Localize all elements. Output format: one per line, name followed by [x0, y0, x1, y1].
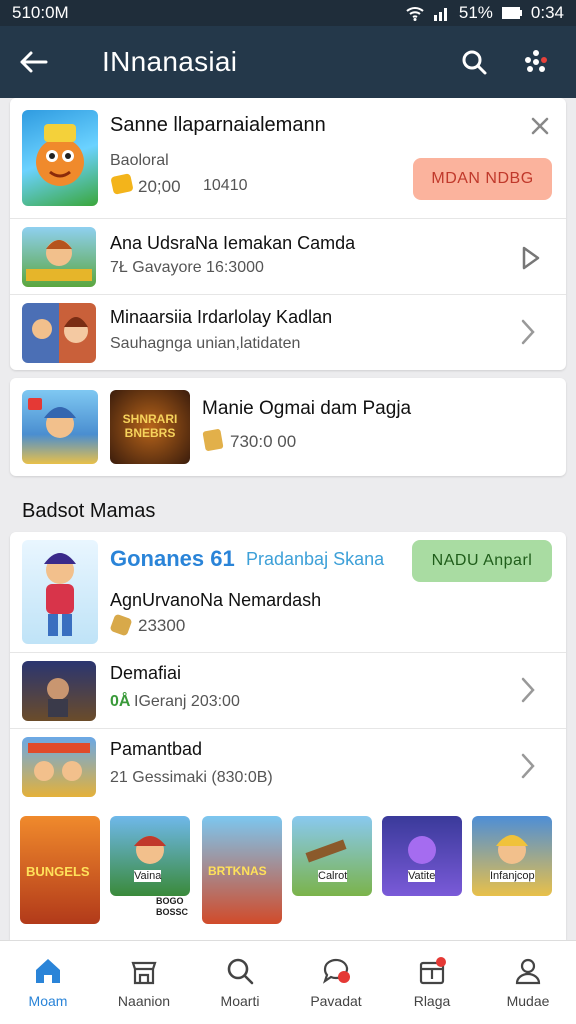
list-item-thumbnail — [22, 737, 96, 797]
wifi-icon — [406, 7, 424, 21]
list-item-prefix: 0Å — [110, 693, 131, 710]
grid-label: Vatite — [408, 870, 436, 882]
list-item-thumbnail — [22, 303, 96, 363]
grid-tile[interactable] — [292, 816, 372, 896]
search-icon — [227, 958, 254, 985]
grid-tile[interactable] — [472, 816, 552, 896]
featured-title: Sanne llaparnaialemann — [110, 114, 326, 136]
list-item[interactable]: Demafiai 0Å IGeranj 203:00 — [10, 652, 566, 728]
close-icon[interactable] — [530, 116, 550, 136]
featured-thumbnail — [22, 110, 98, 206]
grid-tile[interactable] — [382, 816, 462, 896]
grid-tile[interactable]: BUNGELS — [20, 816, 100, 924]
dots-menu-icon — [525, 50, 547, 72]
promo-title: Manie Ogmai dam Pagja — [202, 398, 412, 419]
list-item-subtitle: IGeranj 203:00 — [134, 693, 240, 710]
grid-label: Calrot — [318, 870, 348, 882]
game-count: 23300 — [138, 616, 186, 635]
list-item[interactable]: Ana UdsraNa Iemakan Camda 7Ł Gavayore 16… — [10, 218, 566, 294]
search-icon — [462, 50, 487, 75]
game-subtitle: AgnUrvanoNa Nemardash — [110, 590, 322, 610]
promo-banner: SHNRARI BNEBRS — [110, 390, 190, 464]
featured-action-button[interactable]: MDAN NDBG — [413, 158, 552, 200]
nav-home[interactable]: Moam — [0, 941, 96, 1024]
promo-card[interactable]: SHNRARI BNEBRS Manie Ogmai dam Pagja 730… — [10, 378, 566, 476]
list-item-subtitle: Sauhagnga unian,latidaten — [110, 335, 301, 352]
nav-label: Moarti — [220, 993, 260, 1009]
grid-extra: BOGO BOSSC — [156, 896, 189, 917]
store-icon — [131, 961, 157, 985]
nav-label: Pavadat — [310, 993, 362, 1009]
game-thumbnail — [22, 540, 98, 644]
inbox-icon — [419, 957, 446, 985]
nav-chat[interactable]: Pavadat — [288, 941, 384, 1024]
grid-tile[interactable]: BRTKNAS — [202, 816, 282, 924]
featured-subtitle: Baoloral — [110, 152, 169, 169]
list-item-title: Pamantbad — [110, 739, 203, 759]
nav-store[interactable]: Naanion — [96, 941, 192, 1024]
game-name: Gonanes 61 — [110, 546, 235, 571]
list-item-thumbnail — [22, 227, 96, 287]
play-icon — [522, 246, 540, 270]
chat-icon — [322, 958, 350, 984]
featured-row[interactable]: Sanne llaparnaialemann Baoloral 20;00 10… — [10, 98, 566, 218]
list-item-title: Minaarsiia Irdarlolay Kadlan — [110, 307, 333, 327]
signal-icon — [433, 8, 447, 21]
featured-card: Sanne llaparnaialemann Baoloral 20;00 10… — [10, 98, 566, 370]
status-time: 510:0M — [12, 3, 69, 22]
back-button[interactable] — [18, 42, 58, 82]
list-item[interactable]: Pamantbad 21 Gessimaki (830:0B) — [10, 728, 566, 804]
nav-label: Naanion — [117, 993, 171, 1009]
grid-label: Vaina — [134, 870, 162, 882]
menu-button[interactable] — [514, 40, 558, 84]
promo-banner-text: SHNRARI BNEBRS — [122, 412, 178, 440]
battery-percent: 51% — [458, 3, 493, 22]
list-item-title: Demafiai — [110, 663, 182, 683]
status-bar: 510:0M 51% 0:34 — [0, 0, 576, 26]
promo-price: 730:0 00 — [230, 432, 297, 451]
profile-icon — [515, 958, 541, 985]
game-action-button[interactable]: NADU Anparl — [412, 540, 552, 582]
nav-search[interactable]: Moarti — [192, 941, 288, 1024]
chevron-right-icon — [521, 753, 535, 779]
search-button[interactable] — [452, 40, 496, 84]
page-title: INnanasiai — [102, 46, 238, 77]
back-arrow-icon — [20, 51, 48, 73]
coin-icon — [110, 173, 134, 195]
list-item-subtitle: 21 Gessimaki (830:0B) — [110, 769, 273, 786]
nav-profile[interactable]: Mudae — [480, 941, 576, 1024]
list-item[interactable]: Minaarsiia Irdarlolay Kadlan Sauhagnga u… — [10, 294, 566, 370]
app-bar: INnanasiai — [0, 26, 576, 98]
game-detail-row[interactable]: Gonanes 61 Pradanbaj Skana NADU Anparl A… — [10, 532, 566, 652]
grid-label: Infanjcop — [490, 870, 535, 882]
featured-extra: 10410 — [203, 177, 248, 194]
status-indicators: 51% 0:34 — [405, 3, 564, 23]
home-icon — [36, 959, 60, 983]
nav-label: Moam — [28, 993, 68, 1009]
battery-icon — [501, 7, 522, 19]
promo-thumbnail — [22, 390, 98, 464]
list-item-subtitle: 7Ł Gavayore 16:3000 — [110, 259, 264, 276]
nav-label: Mudae — [506, 993, 550, 1009]
grid-label: BUNGELS — [26, 864, 90, 879]
coins-icon — [109, 613, 133, 637]
bottom-navigation: Moam Naanion Moarti Pavadat Rlaga Mudae — [0, 940, 576, 1024]
grid-tile[interactable] — [110, 816, 190, 896]
section-title: Badsot Mamas — [22, 500, 156, 522]
nav-inbox[interactable]: Rlaga — [384, 941, 480, 1024]
clock: 0:34 — [530, 3, 564, 22]
grid-label: BRTKNAS — [208, 864, 267, 878]
chevron-right-icon — [521, 319, 535, 345]
list-item-title: Ana UdsraNa Iemakan Camda — [110, 233, 356, 253]
featured-price: 20;00 — [138, 177, 181, 196]
list-item-thumbnail — [22, 661, 96, 721]
ticket-icon — [202, 428, 224, 452]
chevron-right-icon — [521, 677, 535, 703]
nav-label: Rlaga — [413, 993, 451, 1009]
game-publisher: Pradanbaj Skana — [246, 549, 385, 569]
